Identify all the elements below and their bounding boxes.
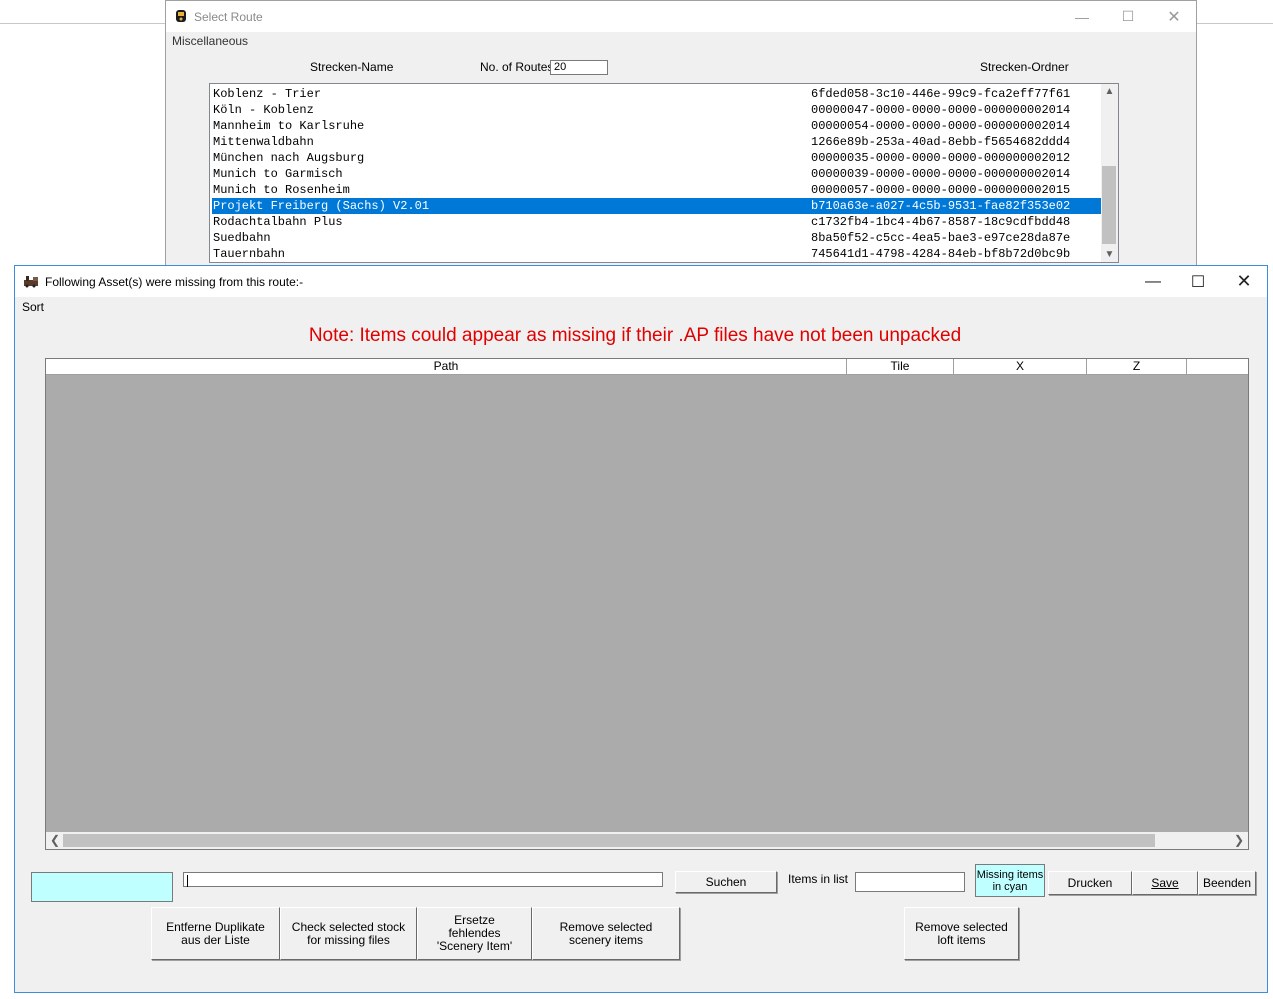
route-folder: 00000054-0000-0000-0000-000000002014 [811,119,1071,133]
items-in-list-label: Items in list [788,872,849,886]
list-item[interactable]: Mannheim to Karlsruhe 00000054-0000-0000-… [212,118,1102,134]
list-item[interactable]: Koblenz - Trier 6fded058-3c10-446e-99c9-f… [212,86,1102,102]
list-item[interactable]: Munich to Rosenheim 00000057-0000-0000-00… [212,182,1102,198]
menu-sort[interactable]: Sort [22,300,44,314]
column-label-route-folder: Strecken-Ordner [980,60,1069,74]
column-header-z[interactable]: Z [1087,359,1187,374]
column-header-x[interactable]: X [954,359,1087,374]
column-label-route-name: Strecken-Name [310,60,394,74]
scrollbar-thumb[interactable] [63,834,1155,847]
column-header-tile[interactable]: Tile [847,359,954,374]
route-name: Rodachtalbahn Plus [213,215,343,229]
route-name: Suedbahn [213,231,271,245]
route-name: Mannheim to Karlsruhe [213,119,365,133]
close-button[interactable]: ✕ [1151,1,1197,32]
list-item[interactable]: Tauernbahn 745641d1-4798-4284-84eb-bf8b72… [212,246,1102,262]
num-routes-label: No. of Routes [480,60,554,74]
title-bar[interactable]: Select Route — ☐ ✕ [166,1,1196,32]
missing-assets-grid[interactable]: Path Tile X Z ❮ ❯ [45,358,1249,850]
horizontal-scrollbar[interactable]: ❮ ❯ [46,832,1248,849]
scroll-down-icon[interactable]: ▼ [1101,249,1118,260]
items-in-list-field[interactable] [855,872,965,892]
route-folder: 00000039-0000-0000-0000-000000002014 [811,167,1071,181]
route-folder: 6fded058-3c10-446e-99c9-fca2eff77f61 [811,87,1071,101]
route-folder: 00000035-0000-0000-0000-000000002012 [811,151,1071,165]
list-item[interactable]: Munich to Garmisch 00000039-0000-0000-000… [212,166,1102,182]
remove-scenery-button[interactable]: Remove selected scenery items [532,907,680,960]
select-route-window: Select Route — ☐ ✕ Miscellaneous Strecke… [165,0,1197,268]
column-header-path[interactable]: Path [46,359,847,374]
scroll-right-icon[interactable]: ❯ [1234,833,1244,847]
scrollbar-thumb[interactable] [1102,166,1116,244]
route-name: München nach Augsburg [213,151,365,165]
grid-header: Path Tile X Z [46,359,1248,375]
search-input[interactable] [183,872,663,887]
list-item[interactable]: Köln - Koblenz 00000047-0000-0000-0000-00… [212,102,1102,118]
remove-duplicates-button[interactable]: Entferne Duplikate aus der Liste [151,907,280,960]
missing-items-cyan-legend: Missing items in cyan [975,864,1045,897]
title-bar[interactable]: Following Asset(s) were missing from thi… [15,266,1267,297]
replace-scenery-button[interactable]: Ersetze fehlendes 'Scenery Item' [417,907,532,960]
train-app-icon [176,10,186,22]
minimize-button[interactable]: — [1130,266,1176,297]
minimize-button[interactable]: — [1059,1,1105,32]
exit-button[interactable]: Beenden [1198,871,1256,895]
background-divider [1197,23,1273,24]
route-folder: c1732fb4-1bc4-4b67-8587-18c9cdfbdd48 [811,215,1071,229]
route-folder: 00000057-0000-0000-0000-000000002015 [811,183,1071,197]
vertical-scrollbar[interactable]: ▲ ▼ [1101,84,1118,262]
route-name: Munich to Garmisch [213,167,343,181]
route-folder: b710a63e-a027-4c5b-9531-fae82f353e02 [811,199,1071,213]
remove-loft-button[interactable]: Remove selected loft items [904,907,1019,960]
route-name: Tauernbahn [213,247,286,261]
text-caret [187,875,188,887]
route-name: Munich to Rosenheim [213,183,350,197]
check-stock-button[interactable]: Check selected stock for missing files [280,907,417,960]
maximize-button[interactable]: ☐ [1175,266,1221,297]
route-folder: 8ba50f52-c5cc-4ea5-bae3-e97ce28da87e [811,231,1071,245]
list-item[interactable]: Rodachtalbahn Plus c1732fb4-1bc4-4b67-858… [212,214,1102,230]
print-button[interactable]: Drucken [1048,871,1132,895]
list-item[interactable]: Mittenwaldbahn 1266e89b-253a-40ad-8ebb-f5… [212,134,1102,150]
missing-assets-window: Following Asset(s) were missing from thi… [14,265,1268,993]
background-divider [0,23,165,24]
search-button[interactable]: Suchen [675,871,777,893]
maximize-button[interactable]: ☐ [1105,1,1151,32]
route-name: Koblenz - Trier [213,87,322,101]
list-item[interactable]: München nach Augsburg 00000035-0000-0000-… [212,150,1102,166]
route-list[interactable]: Koblenz - Trier 6fded058-3c10-446e-99c9-f… [209,83,1119,263]
route-name: Köln - Koblenz [213,103,314,117]
close-button[interactable]: ✕ [1221,266,1267,297]
window-title: Following Asset(s) were missing from thi… [45,275,304,289]
route-folder: 1266e89b-253a-40ad-8ebb-f5654682ddd4 [811,135,1071,149]
list-item[interactable]: Suedbahn 8ba50f52-c5cc-4ea5-bae3-e97ce28d… [212,230,1102,246]
save-button[interactable]: Save [1132,871,1198,895]
status-cyan-box [31,872,173,902]
num-routes-field[interactable]: 20 [550,60,608,75]
route-name: Projekt Freiberg (Sachs) V2.01 [213,199,430,213]
unpack-note: Note: Items could appear as missing if t… [308,325,962,346]
window-title: Select Route [194,10,263,24]
list-item-selected[interactable]: Projekt Freiberg (Sachs) V2.01 b710a63e-a… [212,198,1102,214]
route-folder: 745641d1-4798-4284-84eb-bf8b72d0bc9b [811,247,1071,261]
route-folder: 00000047-0000-0000-0000-000000002014 [811,103,1071,117]
scroll-up-icon[interactable]: ▲ [1101,86,1118,97]
menu-miscellaneous[interactable]: Miscellaneous [172,34,248,48]
locomotive-app-icon [24,276,38,288]
route-name: Mittenwaldbahn [213,135,314,149]
scroll-left-icon[interactable]: ❮ [50,833,60,847]
